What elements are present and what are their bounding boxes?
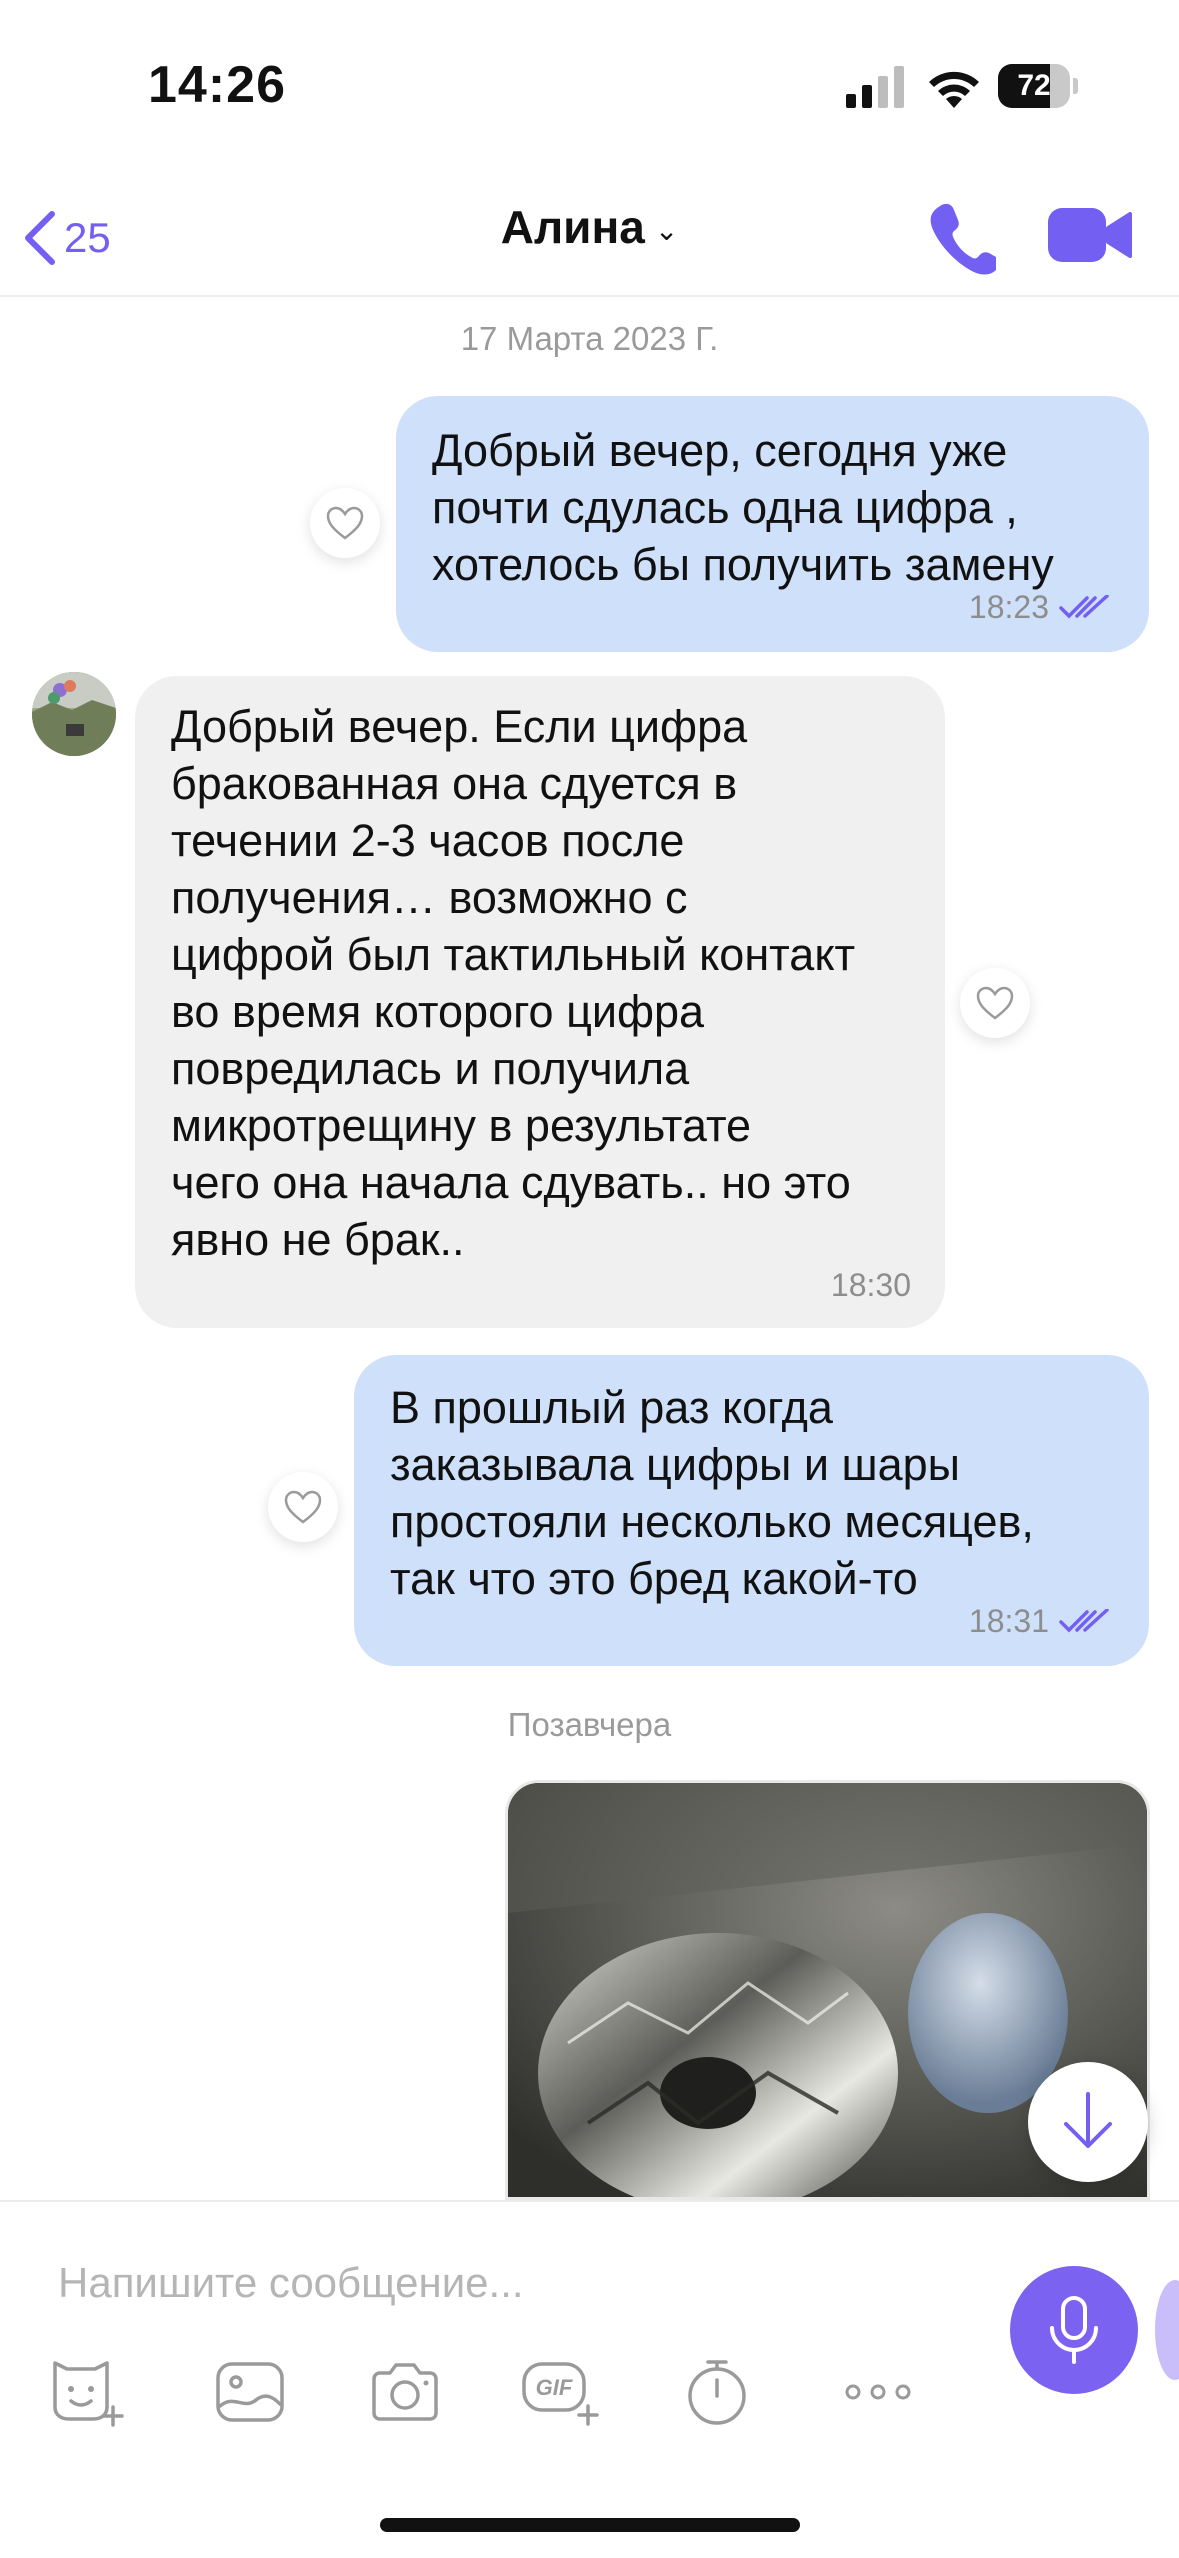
message-composer: GIF: [0, 2200, 1179, 2558]
wifi-icon: [929, 71, 979, 108]
scroll-to-bottom-button[interactable]: [1028, 2062, 1148, 2182]
video-camera-icon[interactable]: [1048, 200, 1132, 270]
message-text: Добрый вечер, сегодня уже почти сдулась …: [432, 425, 1054, 590]
heart-icon: [976, 986, 1014, 1020]
message-text: В прошлый раз когда заказывала цифры и ш…: [390, 1382, 1034, 1604]
message-bubble-incoming[interactable]: Добрый вечер. Если цифра бракованная она…: [135, 676, 945, 1328]
message-meta: 18:23: [969, 579, 1109, 636]
arrow-down-icon: [1064, 2092, 1112, 2148]
voice-message-button[interactable]: [1010, 2266, 1138, 2394]
like-button[interactable]: [268, 1472, 338, 1542]
more-button[interactable]: [838, 2352, 918, 2432]
timer-icon: [688, 2360, 746, 2425]
message-time: 18:23: [968, 589, 1049, 625]
battery-icon: 72: [998, 64, 1078, 108]
message-meta: 18:30: [831, 1257, 911, 1314]
signal-icon: [846, 66, 904, 108]
like-button[interactable]: [960, 968, 1030, 1038]
heart-icon: [284, 1490, 322, 1524]
camera-icon: [372, 2363, 438, 2421]
heart-icon: [326, 506, 364, 540]
more-icon: [845, 2384, 911, 2400]
contact-name: Алина: [500, 201, 645, 253]
svg-text:GIF: GIF: [536, 2375, 573, 2400]
message-text: Добрый вечер. Если цифра бракованная она…: [171, 701, 856, 1265]
message-time: 18:30: [830, 1267, 911, 1303]
chat-title[interactable]: Алина ⌄: [0, 200, 1179, 254]
sticker-icon: [53, 2361, 124, 2427]
timer-button[interactable]: [677, 2352, 757, 2432]
phone-icon[interactable]: [926, 196, 996, 276]
date-separator: Позавчера: [507, 1706, 672, 1743]
message-bubble-outgoing[interactable]: В прошлый раз когда заказывала цифры и ш…: [354, 1355, 1149, 1666]
microphone-icon: [1050, 2296, 1098, 2364]
battery-level: 72: [1017, 69, 1051, 102]
gif-button[interactable]: GIF: [520, 2352, 600, 2432]
double-check-icon: [1059, 1608, 1109, 1632]
message-meta: 18:31: [969, 1593, 1109, 1650]
gallery-icon: [216, 2362, 284, 2422]
message-bubble-outgoing[interactable]: Добрый вечер, сегодня уже почти сдулась …: [396, 396, 1149, 652]
chevron-down-icon: ⌄: [654, 215, 679, 247]
sticker-button[interactable]: [46, 2352, 126, 2432]
camera-button[interactable]: [365, 2352, 445, 2432]
message-time: 18:31: [968, 1603, 1049, 1639]
gif-icon: GIF: [522, 2362, 599, 2426]
message-input[interactable]: [56, 2247, 960, 2319]
avatar[interactable]: [32, 672, 116, 756]
date-separator: 17 Марта 2023 Г.: [460, 320, 719, 357]
like-button[interactable]: [310, 488, 380, 558]
status-time: 14:26: [148, 56, 286, 114]
secondary-action-edge[interactable]: [1155, 2280, 1179, 2380]
chat-header: 25 Алина ⌄: [0, 180, 1179, 297]
double-check-icon: [1059, 594, 1109, 618]
gallery-button[interactable]: [210, 2352, 290, 2432]
home-indicator: [380, 2518, 800, 2532]
